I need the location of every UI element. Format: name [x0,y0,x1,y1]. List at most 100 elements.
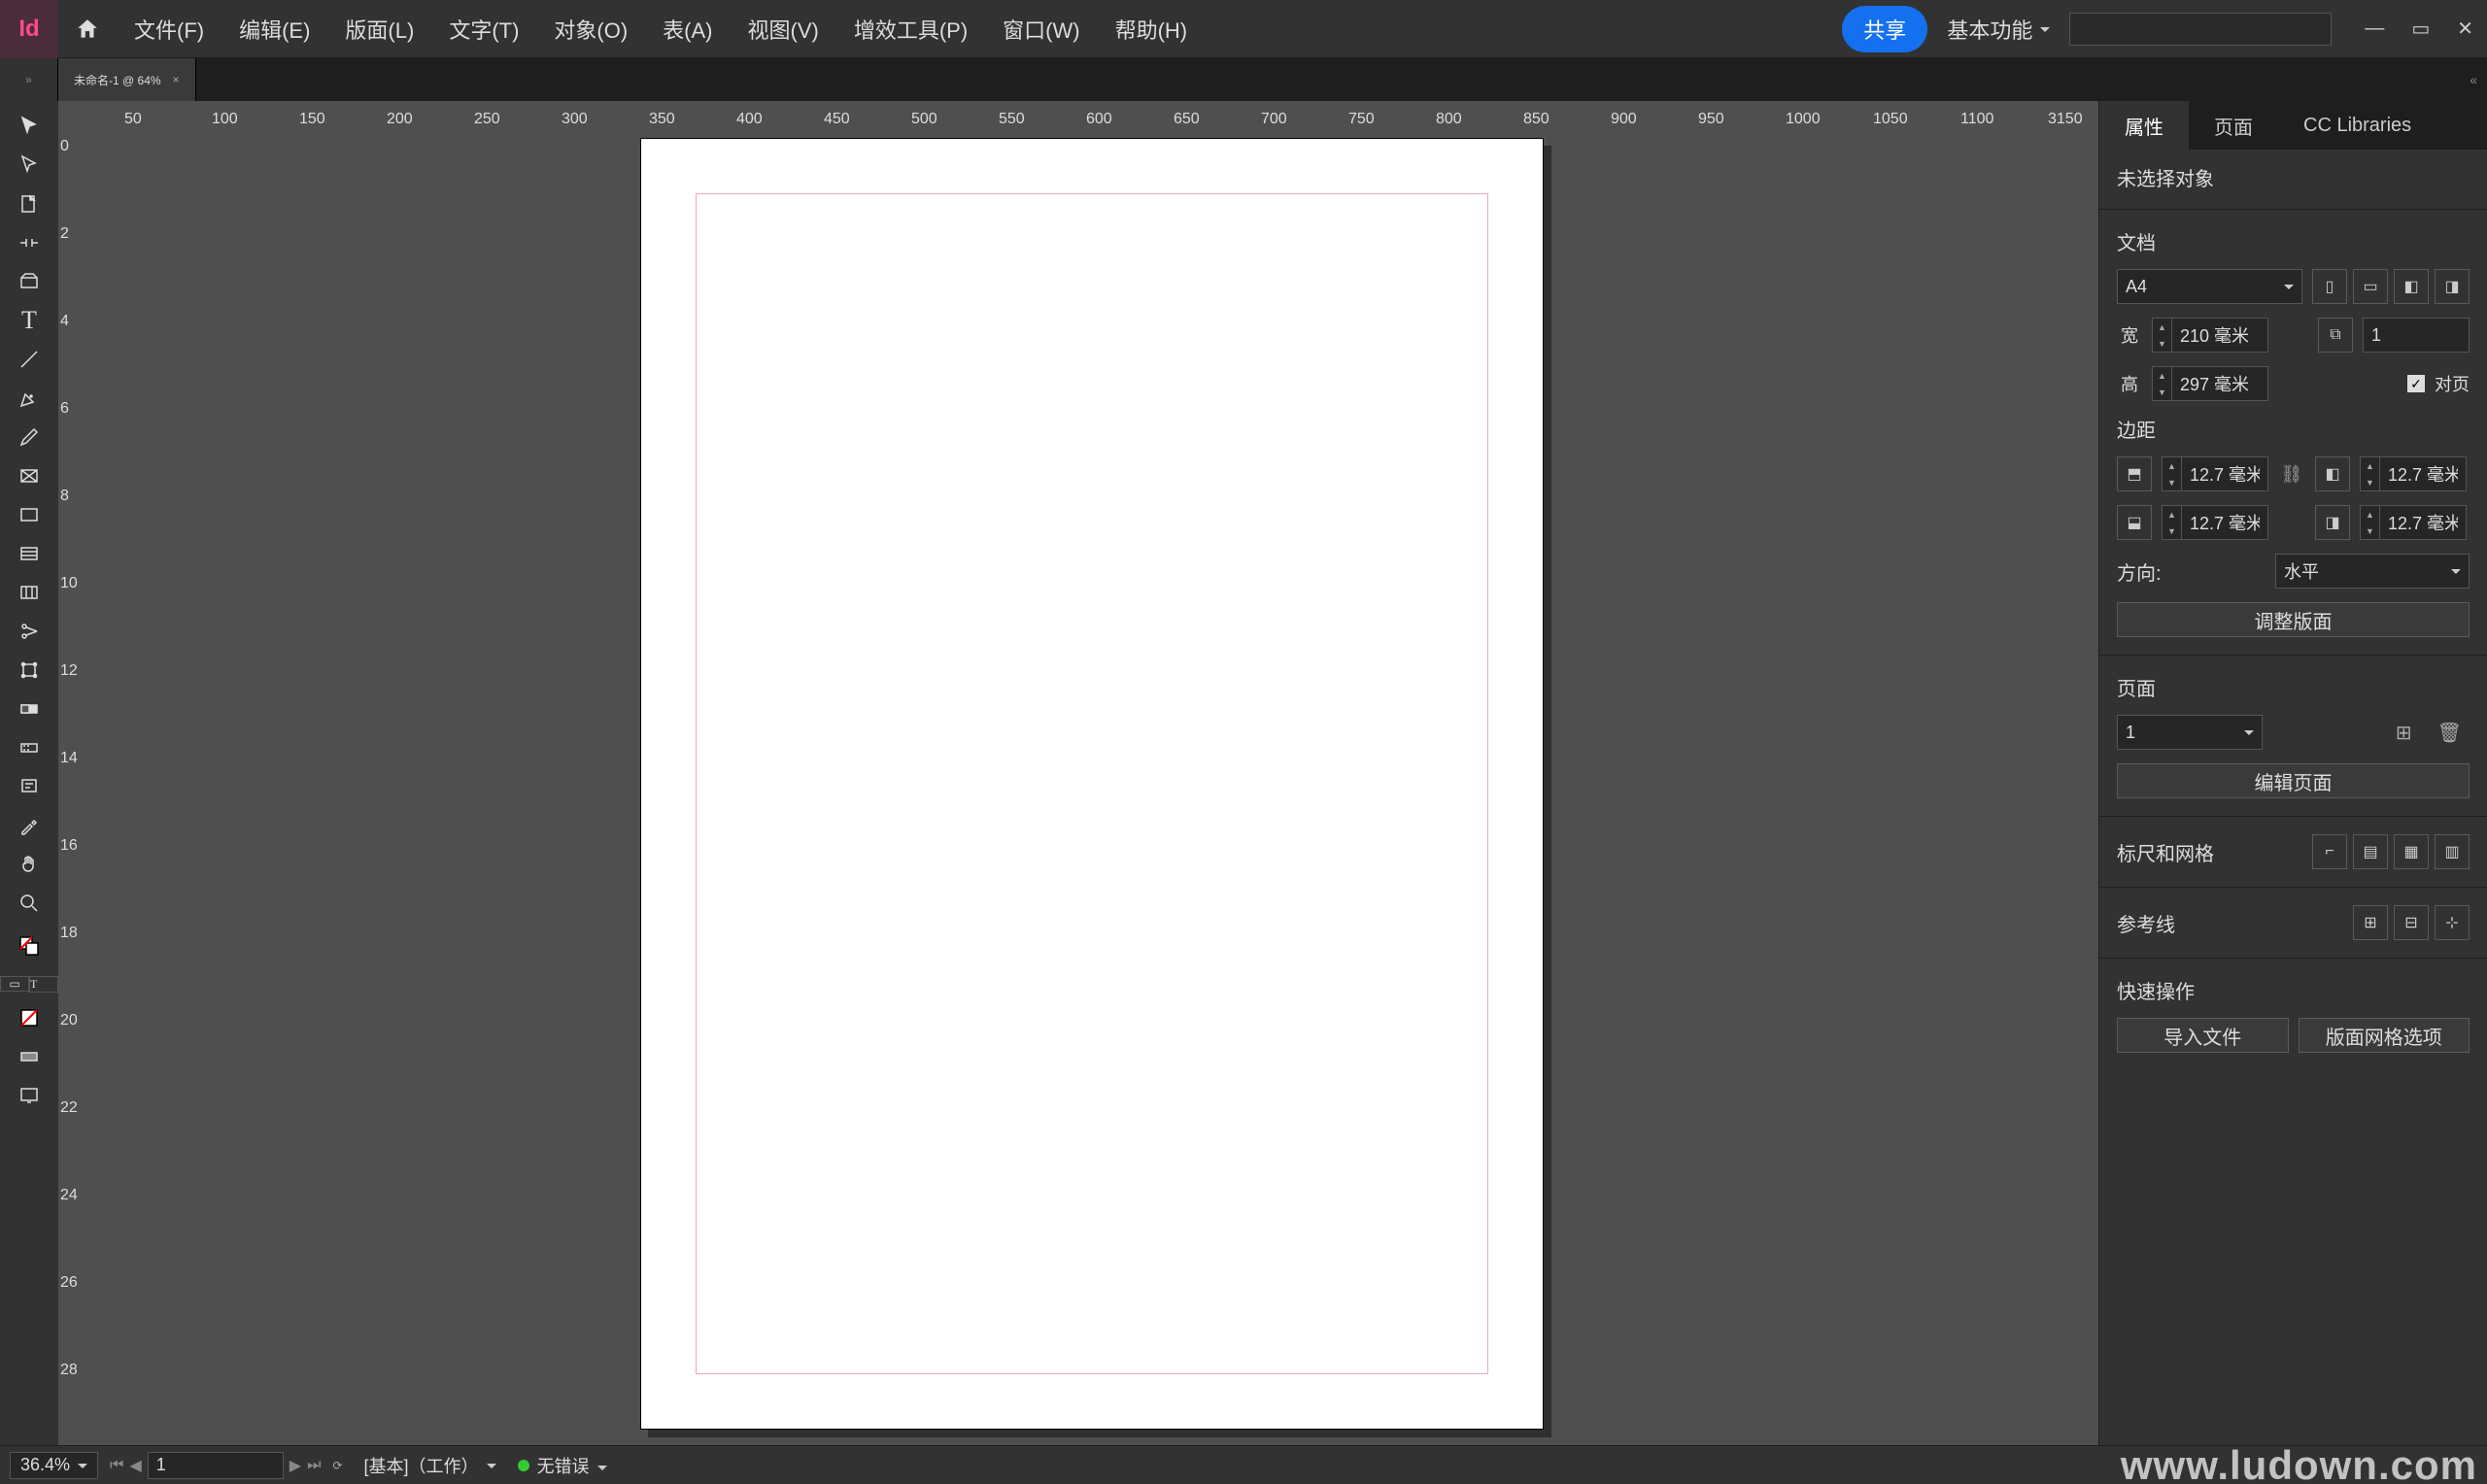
close-icon[interactable]: ✕ [2443,17,2487,41]
page-navigator[interactable]: ⏮ ◀ ▶ ⏭ [110,1452,321,1479]
vertical-ruler[interactable]: 0246810121416182022242628 [58,128,85,1445]
orientation-portrait-icon[interactable]: ▯ [2312,269,2347,304]
gradient-feather-tool[interactable] [10,728,49,767]
pages-input[interactable] [2363,318,2470,353]
vertical-grid-tool[interactable] [10,573,49,612]
menu-help[interactable]: 帮助(H) [1098,14,1206,45]
preflight-profile[interactable]: [基本]（工作） [355,1452,506,1479]
page-select[interactable]: 1 [2117,715,2263,750]
line-tool[interactable] [10,340,49,379]
guide-option2-icon[interactable]: ⊟ [2394,905,2429,940]
share-button[interactable]: 共享 [1842,6,1927,52]
menu-plugins[interactable]: 增效工具(P) [836,14,985,45]
prev-page-icon[interactable]: ◀ [129,1456,141,1475]
guide-option1-icon[interactable]: ⊞ [2353,905,2388,940]
facing-pages-checkbox[interactable]: ✓ [2407,375,2425,392]
menu-view[interactable]: 视图(V) [731,14,836,45]
grid-options-button[interactable]: 版面网格选项 [2299,1018,2470,1053]
close-tab-icon[interactable]: × [173,73,180,86]
home-icon[interactable] [58,17,117,42]
section-margins-label: 边距 [2117,415,2470,443]
content-collector-tool[interactable] [10,262,49,301]
adjust-layout-button[interactable]: 调整版面 [2117,602,2470,637]
menu-table[interactable]: 表(A) [645,14,730,45]
menu-object[interactable]: 对象(O) [536,14,645,45]
free-transform-tool[interactable] [10,651,49,690]
type-tool[interactable]: T [10,301,49,340]
import-file-button[interactable]: 导入文件 [2117,1018,2289,1053]
height-input[interactable] [2171,366,2268,401]
hand-tool[interactable] [10,845,49,884]
columns-icon[interactable]: ▥ [2435,834,2470,869]
margin-bottom-input[interactable] [2181,505,2268,540]
document-canvas[interactable] [85,128,2098,1445]
pen-tool[interactable] [10,379,49,418]
screen-mode-icon[interactable] [10,1076,49,1115]
margin-left-stepper[interactable]: ▲▼ [2360,456,2467,491]
rectangle-frame-tool[interactable] [10,456,49,495]
note-tool[interactable] [10,767,49,806]
margin-bottom-stepper[interactable]: ▲▼ [2162,505,2268,540]
margin-right-input[interactable] [2379,505,2467,540]
link-margins-icon[interactable]: ⛓ [2278,464,2305,485]
horizontal-grid-tool[interactable] [10,534,49,573]
formatting-container-icon[interactable]: ▭T [0,969,58,998]
first-page-icon[interactable]: ⏮ [110,1457,123,1474]
ruler-icon[interactable]: ⌐ [2312,834,2347,869]
zoom-level-select[interactable]: 36.4% [10,1452,98,1479]
guide-option3-icon[interactable]: ⊹ [2435,905,2470,940]
apply-gradient-icon[interactable] [10,1037,49,1076]
document-tab[interactable]: 未命名-1 @ 64% × [58,58,196,101]
minimize-icon[interactable]: — [2351,17,2398,40]
tab-properties[interactable]: 属性 [2099,101,2189,150]
page-number-input[interactable] [148,1452,284,1479]
preflight-status[interactable]: 无错误 [518,1453,607,1478]
gradient-swatch-tool[interactable] [10,690,49,728]
panel-expand-icon[interactable]: « [2470,72,2487,87]
maximize-icon[interactable]: ▭ [2398,17,2443,41]
tab-cc-libraries[interactable]: CC Libraries [2278,101,2436,150]
delete-page-icon[interactable]: 🗑 [2430,721,2470,745]
menu-layout[interactable]: 版面(L) [327,14,431,45]
new-page-icon[interactable]: ⊞ [2388,721,2420,745]
binding-right-icon[interactable]: ◨ [2435,269,2470,304]
apply-color-icon[interactable] [10,998,49,1037]
margin-right-stepper[interactable]: ▲▼ [2360,505,2467,540]
width-stepper[interactable]: ▲▼ [2152,318,2268,353]
pencil-tool[interactable] [10,418,49,456]
gap-tool[interactable] [10,223,49,262]
tab-pages[interactable]: 页面 [2189,101,2278,150]
zoom-tool[interactable] [10,884,49,923]
page-preset-select[interactable]: A4 [2117,269,2302,304]
orientation-landscape-icon[interactable]: ▭ [2353,269,2388,304]
eyedropper-tool[interactable] [10,806,49,845]
menu-window[interactable]: 窗口(W) [985,14,1097,45]
rectangle-tool[interactable] [10,495,49,534]
scissors-tool[interactable] [10,612,49,651]
menu-file[interactable]: 文件(F) [117,14,221,45]
height-stepper[interactable]: ▲▼ [2152,366,2268,401]
search-input[interactable] [2069,13,2332,46]
open-recent-icon[interactable]: ⟳ [332,1459,342,1472]
margin-top-stepper[interactable]: ▲▼ [2162,456,2268,491]
menu-type[interactable]: 文字(T) [431,14,536,45]
grid-icon[interactable]: ▦ [2394,834,2429,869]
edit-page-button[interactable]: 编辑页面 [2117,763,2470,798]
last-page-icon[interactable]: ⏭ [307,1457,321,1474]
horizontal-ruler[interactable]: 5010015020025030035040045050055060065070… [85,101,2098,128]
fill-stroke-proxy[interactable] [10,923,49,969]
selection-tool[interactable] [10,107,49,146]
margin-left-input[interactable] [2379,456,2467,491]
direct-selection-tool[interactable] [10,146,49,185]
orientation-select[interactable]: 水平 [2275,554,2470,589]
menu-edit[interactable]: 编辑(E) [221,14,327,45]
workspace-switcher[interactable]: 基本功能 [1947,14,2050,45]
grid-lines-icon[interactable]: ▤ [2353,834,2388,869]
width-input[interactable] [2171,318,2268,353]
next-page-icon[interactable]: ▶ [290,1456,301,1475]
page[interactable] [640,138,1544,1430]
page-tool[interactable] [10,185,49,223]
margin-top-input[interactable] [2181,456,2268,491]
toolbar-expand-icon[interactable]: » [0,58,58,101]
binding-left-icon[interactable]: ◧ [2394,269,2429,304]
